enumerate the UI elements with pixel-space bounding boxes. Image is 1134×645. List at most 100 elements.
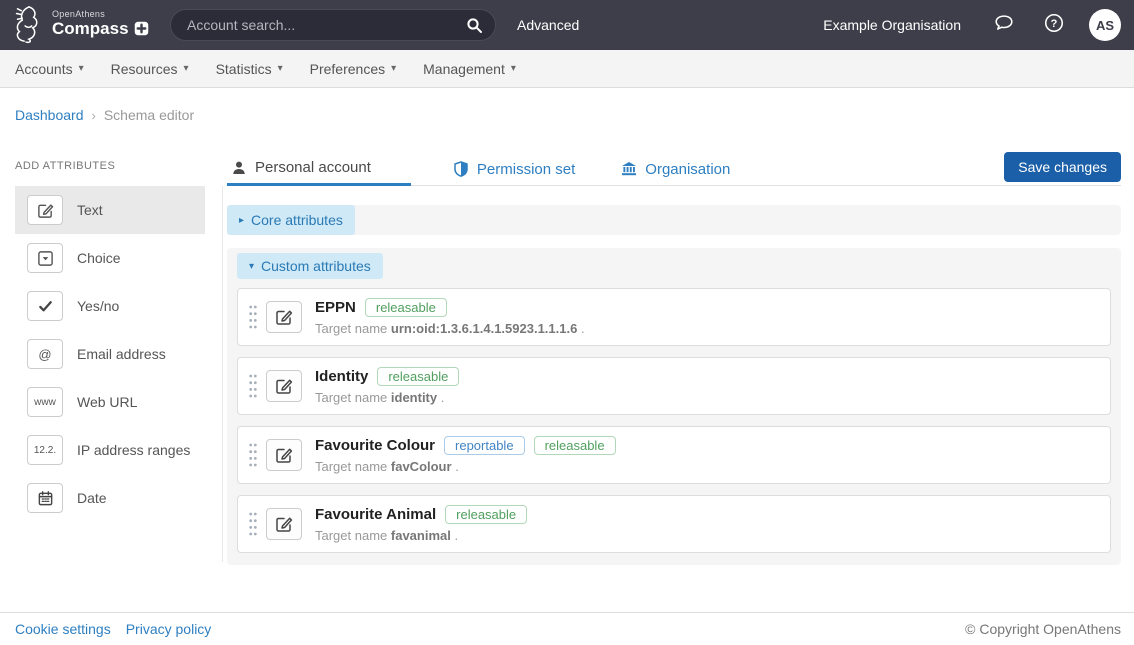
target-name-label: Target name <box>315 459 387 474</box>
sidebar-item-yes-no[interactable]: Yes/no <box>15 282 205 330</box>
organisation-name[interactable]: Example Organisation <box>823 17 961 33</box>
tab-label: Permission set <box>477 161 575 178</box>
sidebar-item-email-address[interactable]: @ Email address <box>15 330 205 378</box>
add-attributes-sidebar: Text Choice Yes/no @ Email addres <box>15 186 205 522</box>
triangle-down-icon: ▾ <box>249 261 254 272</box>
account-search-input[interactable] <box>187 17 466 33</box>
breadcrumb: Dashboard › Schema editor <box>15 107 194 123</box>
footer-links: Cookie settings Privacy policy <box>15 621 211 637</box>
target-name-value: identity <box>391 390 437 405</box>
target-name-value: favanimal <box>391 528 451 543</box>
account-search-box <box>170 9 496 41</box>
attribute-card-favourite-animal: Favourite Animal releasable Target name … <box>237 495 1111 553</box>
menu-resources[interactable]: Resources ▾ <box>111 61 189 77</box>
chevron-down-icon: ▾ <box>79 63 84 74</box>
menu-preferences-label: Preferences <box>310 61 385 77</box>
search-icon[interactable] <box>466 17 483 34</box>
advanced-search-link[interactable]: Advanced <box>517 0 579 50</box>
text-edit-icon <box>27 195 63 225</box>
privacy-policy-link[interactable]: Privacy policy <box>126 621 212 637</box>
sidebar-item-label: Text <box>77 202 103 218</box>
www-icon: www <box>27 387 63 417</box>
target-name-label: Target name <box>315 390 387 405</box>
top-navbar: OpenAthens Compass Advanced Example Orga… <box>0 0 1134 50</box>
sidebar-item-text[interactable]: Text <box>15 186 205 234</box>
attribute-name: EPPN <box>315 299 356 316</box>
target-suffix: . <box>581 321 585 336</box>
releasable-badge: releasable <box>365 298 447 317</box>
menu-management-label: Management <box>423 61 505 77</box>
tab-permission-set[interactable]: Permission set <box>449 152 579 186</box>
edit-attribute-button[interactable] <box>266 508 302 540</box>
plus-app-icon <box>134 21 149 36</box>
drag-handle-icon[interactable] <box>248 373 258 399</box>
core-attributes-toggle[interactable]: ▸ Core attributes <box>227 205 355 235</box>
menu-preferences[interactable]: Preferences ▾ <box>310 61 397 77</box>
core-attributes-section: ▸ Core attributes <box>227 205 1121 235</box>
tab-personal-account[interactable]: Personal account <box>227 152 411 186</box>
target-suffix: . <box>455 528 459 543</box>
sidebar-item-choice[interactable]: Choice <box>15 234 205 282</box>
attribute-name: Favourite Animal <box>315 506 436 523</box>
sidebar-item-label: Date <box>77 490 107 506</box>
tab-organisation[interactable]: Organisation <box>617 152 734 186</box>
menu-management[interactable]: Management ▾ <box>423 61 516 77</box>
attribute-name: Favourite Colour <box>315 437 435 454</box>
attribute-target-line: Target name urn:oid:1.3.6.1.4.1.5923.1.1… <box>315 321 585 336</box>
attribute-card-eppn: EPPN releasable Target name urn:oid:1.3.… <box>237 288 1111 346</box>
chat-bubble-icon <box>993 12 1015 34</box>
openathens-logo-icon <box>8 3 46 45</box>
brand-logo[interactable]: OpenAthens Compass <box>8 3 149 45</box>
attribute-card-favourite-colour: Favourite Colour reportable releasable T… <box>237 426 1111 484</box>
save-changes-button[interactable]: Save changes <box>1004 152 1121 182</box>
sidebar-item-label: Yes/no <box>77 298 119 314</box>
target-name-value: favColour <box>391 459 452 474</box>
breadcrumb-separator: › <box>92 108 96 123</box>
add-attributes-heading: ADD ATTRIBUTES <box>15 160 115 172</box>
releasable-badge: releasable <box>445 505 527 524</box>
help-button[interactable]: ? <box>1043 12 1065 39</box>
sidebar-item-label: IP address ranges <box>77 442 190 458</box>
topbar-right-group: Example Organisation ? AS <box>823 0 1121 50</box>
tab-label: Personal account <box>255 159 371 176</box>
check-icon <box>27 291 63 321</box>
menu-accounts-label: Accounts <box>15 61 73 77</box>
custom-attributes-toggle[interactable]: ▾ Custom attributes <box>237 253 383 279</box>
sidebar-item-date[interactable]: Date <box>15 474 205 522</box>
drag-handle-icon[interactable] <box>248 304 258 330</box>
chat-button[interactable] <box>993 12 1015 39</box>
user-avatar[interactable]: AS <box>1089 9 1121 41</box>
breadcrumb-dashboard-link[interactable]: Dashboard <box>15 107 84 123</box>
calendar-icon <box>27 483 63 513</box>
chevron-down-icon: ▾ <box>184 63 189 74</box>
attribute-card-identity: Identity releasable Target name identity… <box>237 357 1111 415</box>
target-name-label: Target name <box>315 321 387 336</box>
menu-statistics[interactable]: Statistics ▾ <box>216 61 283 77</box>
cookie-settings-link[interactable]: Cookie settings <box>15 621 111 637</box>
target-suffix: . <box>455 459 459 474</box>
chevron-down-icon: ▾ <box>391 63 396 74</box>
drag-handle-icon[interactable] <box>248 442 258 468</box>
ip-range-icon: 12.2. <box>27 435 63 465</box>
attribute-details: Favourite Colour reportable releasable T… <box>315 436 616 474</box>
target-name-label: Target name <box>315 528 387 543</box>
target-name-value: urn:oid:1.3.6.1.4.1.5923.1.1.1.6 <box>391 321 577 336</box>
section-label: Core attributes <box>251 212 343 228</box>
edit-icon <box>275 446 293 464</box>
edit-attribute-button[interactable] <box>266 370 302 402</box>
edit-attribute-button[interactable] <box>266 439 302 471</box>
sidebar-item-ip-address-ranges[interactable]: 12.2. IP address ranges <box>15 426 205 474</box>
attribute-details: Identity releasable Target name identity… <box>315 367 459 405</box>
menu-accounts[interactable]: Accounts ▾ <box>15 61 84 77</box>
brand-text: OpenAthens Compass <box>52 10 149 37</box>
attribute-name: Identity <box>315 368 368 385</box>
chevron-down-icon: ▾ <box>511 63 516 74</box>
main-menu-bar: Accounts ▾ Resources ▾ Statistics ▾ Pref… <box>0 50 1134 88</box>
drag-handle-icon[interactable] <box>248 511 258 537</box>
shield-icon <box>453 161 469 177</box>
sidebar-item-web-url[interactable]: www Web URL <box>15 378 205 426</box>
edit-attribute-button[interactable] <box>266 301 302 333</box>
schema-editor-page: OpenAthens Compass Advanced Example Orga… <box>0 0 1134 645</box>
attribute-details: EPPN releasable Target name urn:oid:1.3.… <box>315 298 585 336</box>
page-footer: Cookie settings Privacy policy © Copyrig… <box>0 612 1134 645</box>
